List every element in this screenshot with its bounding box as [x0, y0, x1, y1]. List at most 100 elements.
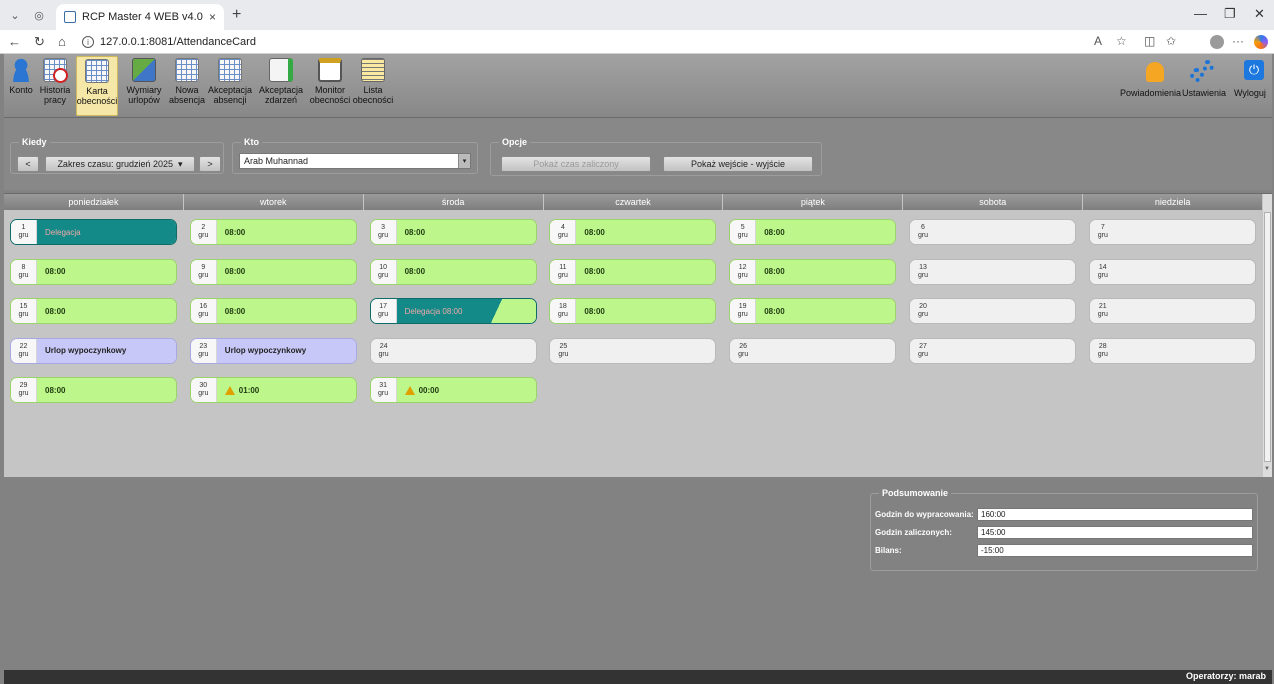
power-icon[interactable]: ⏻: [1244, 60, 1264, 80]
calendar-day-cell[interactable]: 17 gru Delegacja 08:00: [369, 298, 537, 324]
toolbar-lista-obecnosci[interactable]: Lista obecności: [352, 56, 394, 116]
toolbar-historia-pracy[interactable]: Historia pracy: [38, 56, 72, 116]
chevron-down-icon[interactable]: ▾: [458, 154, 470, 168]
next-month-button[interactable]: >: [199, 156, 221, 172]
new-tab-button[interactable]: +: [232, 6, 241, 24]
settings-label[interactable]: Ustawienia: [1182, 88, 1226, 98]
day-value: 08:00: [756, 299, 896, 323]
prev-month-button[interactable]: <: [17, 156, 39, 172]
calendar-day-cell[interactable]: 15 gru 08:00: [10, 298, 177, 324]
day-date: 19 gru: [730, 299, 757, 323]
calendar-day-cell[interactable]: 21 gru: [1088, 298, 1256, 324]
day-date: 26 gru: [730, 338, 757, 363]
more-icon[interactable]: ···: [1232, 34, 1244, 48]
day-number: 8: [21, 263, 26, 271]
profile-icon[interactable]: [1210, 35, 1224, 49]
calendar-day-cell[interactable]: 6 gru: [909, 219, 1076, 245]
day-date: 10 gru: [370, 259, 397, 284]
person-select[interactable]: Arab Muhannad ▾: [239, 153, 471, 169]
tab-title: RCP Master 4 WEB v4.0.16.5485: [82, 11, 203, 23]
calendar-day-cell[interactable]: 25 gru: [549, 337, 717, 364]
day-number: 7: [1100, 224, 1105, 231]
calendar-day-cell[interactable]: 29 gru 08:00: [10, 377, 177, 403]
minimize-icon[interactable]: —: [1194, 6, 1207, 21]
restore-icon[interactable]: ❐: [1224, 6, 1236, 22]
tab-actions-chevron-icon[interactable]: ⌄: [6, 7, 24, 23]
date-range-dropdown[interactable]: Zakres czasu: grudzień 2025 ▾: [45, 156, 195, 172]
day-date: 3 gru: [370, 220, 397, 244]
browser-tab[interactable]: RCP Master 4 WEB v4.0.16.5485 ×: [56, 4, 224, 30]
month-abbr: gru: [557, 232, 568, 239]
calendar-day-cell[interactable]: 30 gru 01:00: [189, 377, 357, 403]
split-screen-icon[interactable]: ◫: [1144, 34, 1155, 48]
calendar-day-cell[interactable]: 23 gru Urlop wypoczynkowy: [189, 337, 357, 364]
calendar-day-cell[interactable]: 24 gru: [369, 337, 537, 364]
calendar-day-cell[interactable]: 4 gru 08:00: [549, 219, 717, 245]
calendar-day-cell[interactable]: 10 gru 08:00: [369, 258, 537, 285]
month-abbr: gru: [917, 232, 929, 239]
calendar-day-cell[interactable]: 13 gru: [909, 258, 1076, 285]
day-date: 15 gru: [11, 299, 37, 323]
calendar-day-cell[interactable]: 19 gru 08:00: [729, 298, 897, 324]
calendar-day-cell[interactable]: 14 gru: [1088, 258, 1256, 285]
toolbar-akc-zdarzen-label: Akceptacja zdarzeń: [258, 85, 304, 105]
collections-icon[interactable]: ✩: [1166, 34, 1176, 48]
toolbar-konto[interactable]: Konto: [6, 56, 36, 116]
calendar-day-cell[interactable]: 31 gru 00:00: [369, 377, 537, 403]
toolbar-monitor-obecnosci[interactable]: Monitor obecności: [308, 56, 352, 116]
day-number: 28: [1098, 342, 1107, 350]
calendar-scrollbar[interactable]: ▲ ▼: [1263, 194, 1272, 478]
weekday-tue: wtorek: [183, 194, 364, 210]
read-aloud-icon[interactable]: A: [1094, 34, 1102, 48]
opcje-legend: Opcje: [499, 137, 531, 147]
settings-gear-icon[interactable]: [1190, 60, 1214, 84]
balance-value: -15:00: [977, 544, 1253, 557]
calendar-day-cell[interactable]: 26 gru: [729, 337, 897, 364]
scroll-down-icon[interactable]: ▼: [1264, 466, 1270, 472]
favorite-icon[interactable]: ☆: [1116, 34, 1127, 48]
calendar-day-cell[interactable]: 12 gru 08:00: [729, 258, 897, 285]
calendar-day-cell[interactable]: 7 gru: [1088, 219, 1256, 245]
day-date: 27 gru: [910, 338, 936, 363]
workspaces-icon[interactable]: ◎: [30, 7, 48, 23]
copilot-icon[interactable]: [1254, 35, 1268, 49]
day-date: 31 gru: [370, 378, 397, 402]
day-value: 08:00: [216, 259, 356, 284]
calendar-day-cell[interactable]: 28 gru: [1088, 337, 1256, 364]
toolbar-karta-obecnosci[interactable]: Karta obecności: [76, 56, 118, 116]
bell-icon[interactable]: [1146, 62, 1164, 82]
month-abbr: gru: [198, 311, 209, 318]
info-icon[interactable]: i: [82, 36, 94, 48]
scroll-thumb[interactable]: [1264, 212, 1271, 462]
url-field[interactable]: i 127.0.0.1:8081/AttendanceCard: [82, 33, 256, 51]
calendar-day-cell[interactable]: 27 gru: [909, 337, 1076, 364]
logout-label[interactable]: Wyloguj: [1234, 88, 1266, 98]
calendar-day-cell[interactable]: 22 gru Urlop wypoczynkowy: [10, 337, 177, 364]
back-icon[interactable]: ←: [8, 34, 21, 49]
toolbar-akceptacja-zdarzen[interactable]: Akceptacja zdarzeń: [256, 56, 306, 116]
calendar-day-cell[interactable]: 9 gru 08:00: [189, 258, 357, 285]
notifications-label[interactable]: Powiadomienia: [1120, 88, 1181, 98]
month-abbr: gru: [198, 232, 209, 239]
kiedy-legend: Kiedy: [19, 137, 50, 147]
day-number: 5: [740, 224, 745, 231]
calendar-day-cell[interactable]: 8 gru 08:00: [10, 258, 177, 285]
day-value-text: 00:00: [418, 385, 440, 395]
calendar-day-cell[interactable]: 18 gru 08:00: [549, 298, 717, 324]
calendar-day-cell[interactable]: 11 gru 08:00: [549, 258, 717, 285]
toolbar-akceptacja-absencji[interactable]: Akceptacja absencji: [206, 56, 254, 116]
tab-close-icon[interactable]: ×: [209, 10, 216, 24]
toolbar-wymiary-urlopow[interactable]: Wymiary urlopów: [122, 56, 166, 116]
refresh-icon[interactable]: ↻: [34, 34, 45, 50]
calendar-day-cell[interactable]: 16 gru 08:00: [189, 298, 357, 324]
close-window-icon[interactable]: ✕: [1254, 6, 1265, 22]
calendar-day-cell[interactable]: 2 gru 08:00: [189, 219, 357, 245]
show-in-out-button[interactable]: Pokaż wejście - wyjście: [663, 156, 813, 172]
calendar-day-cell[interactable]: 5 gru 08:00: [729, 219, 897, 245]
calendar-day-cell[interactable]: 20 gru: [909, 298, 1076, 324]
calendar-day-cell[interactable]: 1 gru Delegacja: [10, 219, 177, 245]
show-counted-time-button[interactable]: Pokaż czas zaliczony: [501, 156, 651, 172]
calendar-day-cell[interactable]: 3 gru 08:00: [369, 219, 537, 245]
toolbar-nowa-absencja[interactable]: Nowa absencja: [168, 56, 206, 116]
home-icon[interactable]: ⌂: [58, 34, 66, 49]
